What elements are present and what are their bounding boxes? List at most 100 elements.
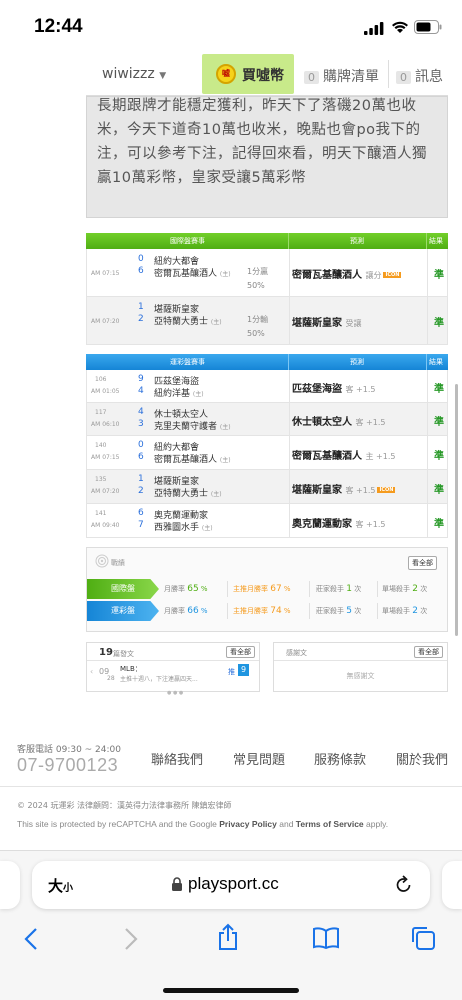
score: 4: [138, 407, 144, 417]
table-row: 117 AM 06:10 4 休士頓太空人 3 克里夫蘭守護者 (主) 休士頓太…: [86, 403, 448, 436]
footer-link-terms[interactable]: 服務條款: [314, 749, 366, 768]
posts-view-all-button[interactable]: 看全部: [226, 646, 255, 658]
score: 1: [138, 302, 144, 312]
privacy-link[interactable]: Privacy Policy: [219, 819, 277, 829]
result-correct: 準: [434, 384, 444, 395]
safari-toolbar: 大小 playsport.cc: [0, 850, 462, 1000]
text-size-button[interactable]: 大小: [48, 875, 73, 896]
messages-link[interactable]: 0 訊息: [396, 66, 443, 86]
url-text: playsport.cc: [188, 874, 279, 893]
terms-link[interactable]: Terms of Service: [296, 819, 364, 829]
share-icon[interactable]: [217, 923, 239, 951]
team-home: 密爾瓦基釀酒人 (主): [154, 455, 231, 465]
score: 6: [138, 452, 144, 462]
game-id: 106: [95, 376, 107, 383]
record-view-all-button[interactable]: 看全部: [408, 556, 437, 570]
result-correct: 準: [434, 318, 444, 329]
prediction-pick: 奧克蘭運動家 客 +1.5: [292, 519, 386, 530]
cart-count: 0: [304, 71, 319, 84]
carousel-dots: ● ● ●: [167, 690, 184, 696]
chevron-down-icon: ▼: [159, 71, 167, 81]
post-date-month: 28: [107, 675, 115, 682]
handicap-info: 1分贏 50%: [247, 267, 269, 290]
push-count: 9: [238, 664, 249, 676]
nav-divider: [388, 60, 389, 88]
prev-tab-preview[interactable]: [0, 861, 20, 909]
article-line: 贏10萬彩幣，皇家受讓5萬彩幣: [97, 170, 307, 186]
thanks-view-all-button[interactable]: 看全部: [414, 646, 443, 658]
result-correct: 準: [434, 270, 444, 281]
score: 3: [138, 419, 144, 429]
record-title: 戰績: [111, 559, 125, 567]
prediction-pick: 堪薩斯皇家 受讓: [292, 318, 362, 329]
target-icon: [95, 554, 109, 568]
header-games: 運彩盤賽事: [170, 358, 205, 366]
status-bar: 12:44: [0, 0, 462, 54]
record-label: 國際盤: [87, 579, 159, 599]
article-line: 注，可以參考下注，記得回來看，明天下釀酒人獨: [97, 146, 427, 162]
reload-icon[interactable]: [395, 875, 413, 895]
local-predictions-table: 運彩盤賽事 預測 結果 106 AM 01:05 9 匹茲堡海盜 4 紐約洋基 …: [86, 354, 448, 538]
result-correct: 準: [434, 519, 444, 530]
copyright: © 2024 玩運彩 法律顧問：漢英得力法律事務所 陳鎮宏律師: [17, 801, 232, 810]
banker-killer: 莊家殺手 5 次: [316, 606, 362, 616]
post-excerpt[interactable]: 主推十週八，下注連贏四天...: [120, 674, 198, 683]
table-row: 140 AM 07:15 0 紐約大都會 6 密爾瓦基釀酒人 (主) 密爾瓦基釀…: [86, 436, 448, 470]
month-winrate: 月勝率 66 %: [164, 606, 208, 616]
result-correct: 準: [434, 485, 444, 496]
back-icon[interactable]: [24, 928, 38, 950]
intl-predictions-table: 國際盤賽事 預測 結果 AM 07:15 0 紐約大都會 6 密爾瓦基釀酒人 (…: [86, 233, 448, 345]
badge-icon: ICON: [383, 272, 402, 278]
game-time: AM 07:15: [91, 454, 120, 461]
tabs-icon[interactable]: [410, 925, 436, 951]
single-killer: 單場殺手 2 次: [382, 606, 428, 616]
post-title[interactable]: MLB：: [120, 664, 142, 674]
thanks-panel: 感謝文 看全部 無感謝文: [273, 642, 448, 692]
header-prediction: 預測: [350, 237, 364, 245]
battery-icon: [414, 20, 442, 34]
result-correct: 準: [434, 451, 444, 462]
game-id: 135: [95, 476, 107, 483]
team-home: 紐約洋基 (主): [154, 389, 204, 399]
game-time: AM 07:15: [91, 270, 120, 277]
table-row: AM 07:15 0 紐約大都會 6 密爾瓦基釀酒人 (主) 1分贏 50% 密爾…: [86, 249, 448, 297]
article-text-box: 長期跟牌才能穩定獲利，昨天下了落磯20萬也收 米，今天下道奇10萬也收米，晚點也…: [86, 96, 448, 218]
push-label: 推: [228, 668, 235, 676]
score: 9: [138, 374, 144, 384]
scrollbar[interactable]: [455, 384, 458, 636]
thanks-title: 感謝文: [286, 649, 307, 657]
recaptcha-notice: This site is protected by reCAPTCHA and …: [17, 819, 389, 829]
cellular-signal-icon: [364, 22, 384, 35]
banker-killer: 莊家殺手 1 次: [316, 584, 362, 594]
status-time: 12:44: [34, 16, 83, 37]
score: 2: [138, 486, 144, 496]
footer-link-contact[interactable]: 聯絡我們: [151, 749, 203, 768]
bookmarks-icon[interactable]: [312, 927, 340, 949]
prediction-pick: 密爾瓦基釀酒人 讓分 ICON: [292, 270, 402, 281]
cart-link[interactable]: 0 購牌清單: [304, 66, 379, 86]
next-tab-preview[interactable]: [442, 861, 462, 909]
prev-arrow-icon[interactable]: ‹: [90, 667, 93, 676]
buy-coin-button[interactable]: 噓 買噓幣: [202, 54, 294, 94]
record-row-intl: 國際盤 月勝率 65 % 主推月勝率 67 % 莊家殺手 1 次 單場殺手 2 …: [87, 579, 447, 599]
footer-link-faq[interactable]: 常見問題: [233, 749, 285, 768]
table-header: 國際盤賽事 預測 結果: [86, 233, 448, 249]
footer-link-about[interactable]: 關於我們: [396, 749, 448, 768]
score: 2: [138, 314, 144, 324]
post-count: 19: [99, 647, 113, 658]
forward-icon[interactable]: [124, 928, 138, 950]
service-hours: 客服電話 09:30 ~ 24:00: [17, 745, 121, 755]
article-line: 米，今天下道奇10萬也收米，晚點也會po我下的: [97, 122, 421, 138]
team-home: 克里夫蘭守護者 (主): [154, 422, 231, 432]
table-row: AM 07:20 1 堪薩斯皇家 2 亞特蘭大勇士 (主) 1分輸 50% 堪薩斯…: [86, 297, 448, 345]
service-phone[interactable]: 07-9700123: [17, 755, 118, 776]
month-winrate: 月勝率 65 %: [164, 584, 208, 594]
wifi-icon: [392, 21, 408, 33]
msg-count: 0: [396, 71, 411, 84]
header-result: 結果: [429, 358, 443, 366]
address-bar[interactable]: 大小 playsport.cc: [32, 861, 430, 909]
table-row: 106 AM 01:05 9 匹茲堡海盜 4 紐約洋基 (主) 匹茲堡海盜 客 …: [86, 370, 448, 403]
username: wiwizzz: [102, 66, 155, 82]
user-dropdown[interactable]: wiwizzz ▼: [102, 66, 166, 82]
header-result: 結果: [429, 237, 443, 245]
